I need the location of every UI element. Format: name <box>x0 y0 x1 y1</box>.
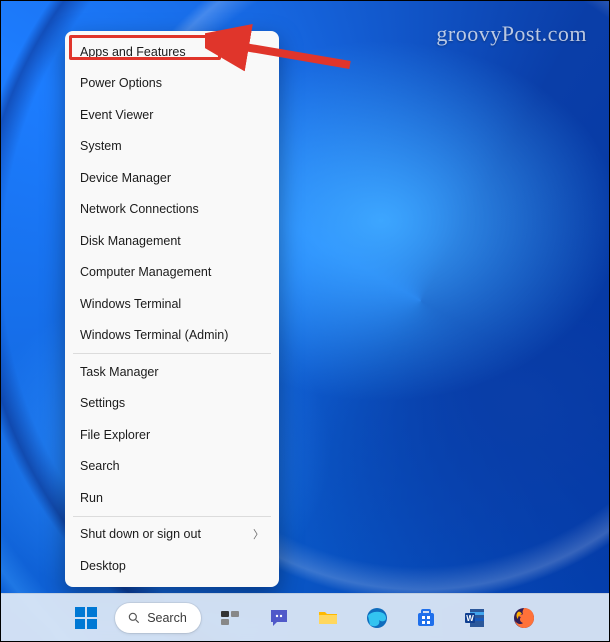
firefox-button[interactable] <box>504 598 544 638</box>
menu-windows-terminal[interactable]: Windows Terminal <box>70 288 274 320</box>
menu-label: Power Options <box>80 76 162 90</box>
menu-settings[interactable]: Settings <box>70 388 274 420</box>
menu-label: Desktop <box>80 559 126 573</box>
folder-icon <box>316 606 340 630</box>
winx-context-menu: Apps and Features Power Options Event Vi… <box>65 31 279 587</box>
menu-label: Network Connections <box>80 202 199 216</box>
menu-label: Device Manager <box>80 171 171 185</box>
menu-label: Event Viewer <box>80 108 153 122</box>
menu-task-manager[interactable]: Task Manager <box>70 356 274 388</box>
menu-separator <box>73 516 271 517</box>
taskbar: Search W <box>1 593 609 641</box>
desktop-wallpaper: groovyPost.com Apps and Features Power O… <box>0 0 610 642</box>
svg-text:W: W <box>466 614 474 623</box>
menu-device-manager[interactable]: Device Manager <box>70 162 274 194</box>
menu-desktop[interactable]: Desktop <box>70 550 274 582</box>
menu-network-connections[interactable]: Network Connections <box>70 194 274 226</box>
task-view-button[interactable] <box>210 598 250 638</box>
menu-label: File Explorer <box>80 428 150 442</box>
menu-shutdown-signout[interactable]: Shut down or sign out 〉 <box>70 519 274 551</box>
windows-logo-icon <box>75 607 97 629</box>
menu-label: Disk Management <box>80 234 181 248</box>
menu-label: Windows Terminal <box>80 297 181 311</box>
menu-label: Settings <box>80 396 125 410</box>
menu-run[interactable]: Run <box>70 482 274 514</box>
store-button[interactable] <box>406 598 446 638</box>
menu-file-explorer[interactable]: File Explorer <box>70 419 274 451</box>
search-icon <box>127 611 141 625</box>
store-icon <box>414 606 438 630</box>
menu-separator <box>73 353 271 354</box>
task-view-icon <box>218 606 242 630</box>
chat-button[interactable] <box>259 598 299 638</box>
menu-apps-features[interactable]: Apps and Features <box>70 36 274 68</box>
menu-label: Windows Terminal (Admin) <box>80 328 228 342</box>
edge-button[interactable] <box>357 598 397 638</box>
menu-computer-management[interactable]: Computer Management <box>70 257 274 289</box>
chevron-right-icon: 〉 <box>253 526 264 542</box>
menu-label: Shut down or sign out <box>80 527 201 541</box>
menu-windows-terminal-admin[interactable]: Windows Terminal (Admin) <box>70 320 274 352</box>
word-button[interactable]: W <box>455 598 495 638</box>
menu-label: Apps and Features <box>80 45 186 59</box>
menu-event-viewer[interactable]: Event Viewer <box>70 99 274 131</box>
menu-label: Computer Management <box>80 265 211 279</box>
menu-label: Task Manager <box>80 365 159 379</box>
edge-icon <box>365 606 389 630</box>
menu-system[interactable]: System <box>70 131 274 163</box>
taskbar-search[interactable]: Search <box>115 603 201 633</box>
menu-label: Search <box>80 459 120 473</box>
menu-label: System <box>80 139 122 153</box>
chat-icon <box>267 606 291 630</box>
search-label: Search <box>147 611 187 625</box>
start-button[interactable] <box>66 598 106 638</box>
watermark-text: groovyPost.com <box>436 21 587 47</box>
menu-disk-management[interactable]: Disk Management <box>70 225 274 257</box>
menu-search[interactable]: Search <box>70 451 274 483</box>
file-explorer-button[interactable] <box>308 598 348 638</box>
menu-label: Run <box>80 491 103 505</box>
menu-power-options[interactable]: Power Options <box>70 68 274 100</box>
word-icon: W <box>463 606 487 630</box>
firefox-icon <box>512 606 536 630</box>
